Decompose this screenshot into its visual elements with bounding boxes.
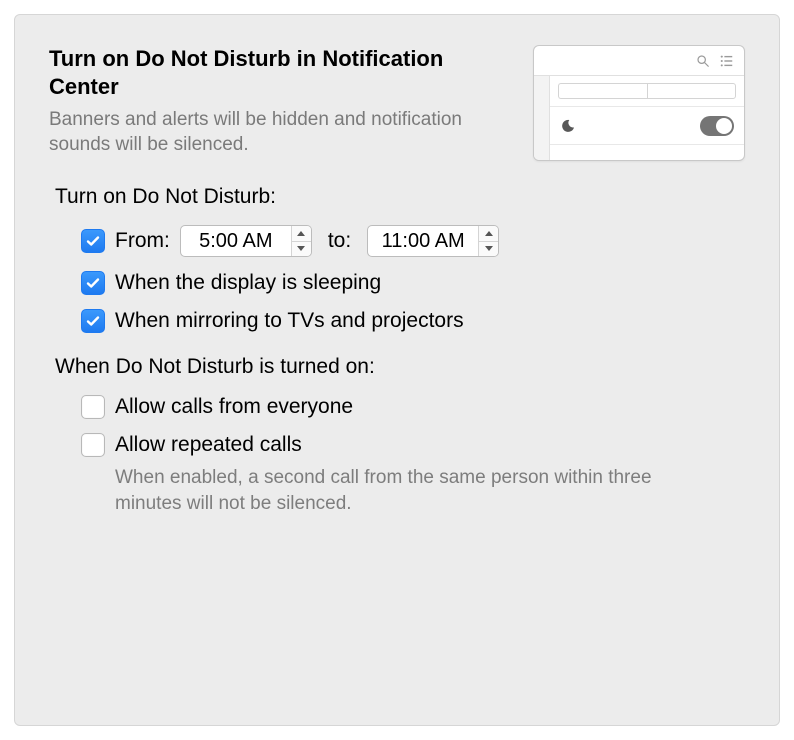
mirroring-label: When mirroring to TVs and projectors <box>115 309 464 333</box>
mirroring-checkbox[interactable] <box>81 309 105 333</box>
display-sleep-checkbox[interactable] <box>81 271 105 295</box>
mirroring-row: When mirroring to TVs and projectors <box>81 309 745 333</box>
from-step-down[interactable] <box>292 242 311 257</box>
to-step-down[interactable] <box>479 242 498 257</box>
moon-icon <box>560 118 576 134</box>
notification-center-preview <box>533 45 745 161</box>
search-icon <box>696 54 710 68</box>
from-time-checkbox[interactable] <box>81 229 105 253</box>
preview-toggle <box>700 116 734 136</box>
from-time-input[interactable]: 5:00 AM <box>180 225 312 257</box>
preview-dnd-row <box>550 107 744 145</box>
repeated-calls-note: When enabled, a second call from the sam… <box>115 465 695 516</box>
list-icon <box>720 54 734 68</box>
from-time-stepper[interactable] <box>291 226 311 256</box>
from-label: From: <box>115 229 170 253</box>
display-sleep-row: When the display is sleeping <box>81 271 745 295</box>
to-time-input[interactable]: 11:00 AM <box>367 225 499 257</box>
preview-sidebar <box>534 76 550 160</box>
schedule-from-row: From: 5:00 AM to: 11:00 AM <box>81 225 745 257</box>
allow-everyone-row: Allow calls from everyone <box>81 395 745 419</box>
dnd-settings-panel: Turn on Do Not Disturb in Notification C… <box>14 14 780 726</box>
when-on-heading: When Do Not Disturb is turned on: <box>55 355 745 379</box>
schedule-heading: Turn on Do Not Disturb: <box>55 185 745 209</box>
page-subtitle: Banners and alerts will be hidden and no… <box>49 108 509 157</box>
allow-repeated-row: Allow repeated calls <box>81 433 745 457</box>
from-step-up[interactable] <box>292 226 311 242</box>
to-label: to: <box>328 229 351 253</box>
preview-segmented-control <box>550 76 744 107</box>
page-title: Turn on Do Not Disturb in Notification C… <box>49 45 509 100</box>
header-text: Turn on Do Not Disturb in Notification C… <box>49 45 513 157</box>
to-time-stepper[interactable] <box>478 226 498 256</box>
allow-everyone-label: Allow calls from everyone <box>115 395 353 419</box>
allow-repeated-label: Allow repeated calls <box>115 433 302 457</box>
display-sleep-label: When the display is sleeping <box>115 271 381 295</box>
to-time-value[interactable]: 11:00 AM <box>368 226 478 256</box>
preview-toolbar <box>534 46 744 76</box>
from-time-value[interactable]: 5:00 AM <box>181 226 291 256</box>
to-step-up[interactable] <box>479 226 498 242</box>
header-row: Turn on Do Not Disturb in Notification C… <box>49 45 745 161</box>
allow-repeated-checkbox[interactable] <box>81 433 105 457</box>
allow-everyone-checkbox[interactable] <box>81 395 105 419</box>
